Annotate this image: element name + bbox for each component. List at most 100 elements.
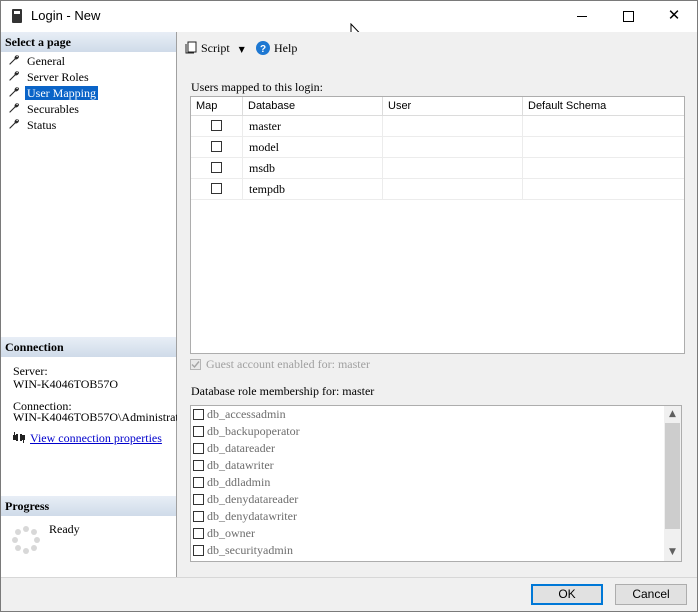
guest-account-option: Guest account enabled for: master: [190, 357, 370, 372]
role-item[interactable]: db_owner: [193, 525, 255, 542]
role-label: db_backupoperator: [207, 424, 300, 438]
connection-header: Connection: [1, 337, 176, 357]
script-button[interactable]: Script ▼: [185, 41, 245, 56]
page-item-label: Status: [27, 118, 57, 132]
default-schema-cell[interactable]: [523, 158, 684, 178]
map-checkbox[interactable]: [211, 141, 222, 152]
left-panel: Select a page General Server Roles User Ma…: [1, 32, 185, 577]
svg-text:?: ?: [260, 44, 266, 55]
window-title: Login - New: [31, 8, 101, 23]
page-item-status[interactable]: Status: [8, 117, 58, 133]
database-cell: tempdb: [243, 179, 383, 199]
view-connection-properties-link[interactable]: View connection properties: [30, 431, 162, 445]
help-button[interactable]: ? Help: [256, 41, 297, 56]
role-membership-label: Database role membership for: master: [191, 384, 375, 398]
page-item-securables[interactable]: Securables: [8, 101, 81, 117]
user-cell[interactable]: [383, 137, 523, 157]
progress-header: Progress: [1, 496, 176, 516]
table-row[interactable]: tempdb: [191, 179, 684, 200]
role-checkbox[interactable]: [193, 426, 204, 437]
script-icon: [185, 41, 197, 54]
close-button[interactable]: ✕: [651, 1, 697, 32]
guest-account-label: Guest account enabled for: master: [206, 357, 370, 371]
page-item-server-roles[interactable]: Server Roles: [8, 69, 91, 85]
role-checkbox[interactable]: [193, 409, 204, 420]
progress-spinner-icon: [12, 526, 40, 554]
view-connection-properties[interactable]: View connection properties: [12, 431, 162, 446]
table-row[interactable]: model: [191, 137, 684, 158]
column-header-user[interactable]: User: [383, 97, 523, 116]
role-item[interactable]: db_datawriter: [193, 457, 274, 474]
progress-status: Ready: [49, 522, 80, 536]
page-item-label: Server Roles: [27, 70, 89, 84]
role-checkbox[interactable]: [193, 443, 204, 454]
map-cell: [191, 179, 243, 199]
role-item[interactable]: db_accessadmin: [193, 406, 286, 423]
role-membership-list: db_accessadmin db_backupoperator db_datare…: [190, 405, 682, 562]
user-cell[interactable]: [383, 116, 523, 136]
scroll-up-icon[interactable]: ▲: [664, 406, 681, 423]
role-label: db_denydatareader: [207, 492, 299, 506]
role-label: db_owner: [207, 526, 255, 540]
role-item[interactable]: db_securityadmin: [193, 542, 293, 559]
users-mapped-label: Users mapped to this login:: [191, 80, 323, 94]
role-item[interactable]: db_ddladmin: [193, 474, 270, 491]
table-row[interactable]: msdb: [191, 158, 684, 179]
maximize-icon: [622, 10, 634, 22]
role-item[interactable]: db_backupoperator: [193, 423, 300, 440]
wrench-icon: [9, 87, 19, 97]
guest-account-checkbox: [190, 359, 201, 370]
role-checkbox[interactable]: [193, 528, 204, 539]
map-checkbox[interactable]: [211, 162, 222, 173]
role-item[interactable]: db_denydatareader: [193, 491, 298, 508]
page-item-general[interactable]: General: [8, 53, 67, 69]
page-item-label: Securables: [27, 102, 79, 116]
wrench-icon: [9, 71, 19, 81]
role-label: db_datareader: [207, 441, 275, 455]
wrench-icon: [9, 119, 19, 129]
scrollbar-thumb[interactable]: [665, 423, 680, 529]
role-label: db_ddladmin: [207, 475, 271, 489]
database-cell: msdb: [243, 158, 383, 178]
default-schema-cell[interactable]: [523, 179, 684, 199]
cancel-button[interactable]: Cancel: [615, 584, 687, 605]
login-dialog-window: Login - New ✕ Select a page General Serve…: [0, 0, 698, 612]
map-checkbox[interactable]: [211, 120, 222, 131]
wrench-icon: [9, 103, 19, 113]
role-checkbox[interactable]: [193, 511, 204, 522]
user-cell[interactable]: [383, 158, 523, 178]
title-bar: Login - New ✕: [1, 1, 697, 42]
minimize-button[interactable]: [559, 1, 605, 32]
server-value: WIN-K4046TOB57O: [13, 377, 119, 391]
map-checkbox[interactable]: [211, 183, 222, 194]
scroll-down-icon[interactable]: ▼: [664, 544, 681, 561]
database-cell: model: [243, 137, 383, 157]
maximize-button[interactable]: [605, 1, 651, 32]
role-label: db_accessadmin: [207, 407, 286, 421]
connection-value: WIN-K4046TOB57O\Administrato: [13, 410, 185, 424]
default-schema-cell[interactable]: [523, 116, 684, 136]
column-header-map[interactable]: Map: [191, 97, 243, 116]
default-schema-cell[interactable]: [523, 137, 684, 157]
table-row[interactable]: master: [191, 116, 684, 137]
role-checkbox[interactable]: [193, 545, 204, 556]
role-item[interactable]: db_denydatawriter: [193, 508, 297, 525]
column-header-default-schema[interactable]: Default Schema: [523, 97, 684, 116]
page-item-user-mapping[interactable]: User Mapping: [8, 85, 98, 101]
script-dropdown-icon[interactable]: ▼: [239, 45, 245, 54]
minimize-icon: [577, 15, 587, 17]
map-cell: [191, 116, 243, 136]
select-page-header: Select a page: [1, 32, 176, 52]
role-label: db_securityadmin: [207, 543, 293, 557]
wrench-icon: [9, 55, 19, 65]
role-list-scrollbar[interactable]: ▲ ▼: [664, 406, 681, 561]
help-label: Help: [274, 41, 298, 55]
ok-button[interactable]: OK: [531, 584, 603, 605]
role-item[interactable]: db_datareader: [193, 440, 275, 457]
role-checkbox[interactable]: [193, 494, 204, 505]
script-label: Script: [201, 41, 230, 55]
column-header-database[interactable]: Database: [243, 97, 383, 116]
role-checkbox[interactable]: [193, 460, 204, 471]
role-checkbox[interactable]: [193, 477, 204, 488]
user-cell[interactable]: [383, 179, 523, 199]
